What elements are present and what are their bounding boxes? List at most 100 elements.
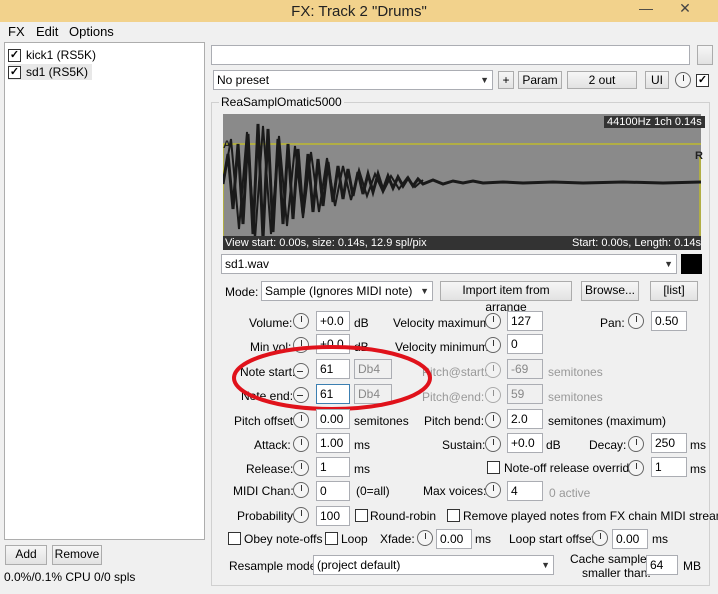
pitch-offset-field[interactable]: 0.00 xyxy=(316,409,350,429)
menu-fx[interactable]: FX xyxy=(8,24,25,39)
fx-enable-checkbox[interactable]: ✓ xyxy=(8,65,21,79)
import-item-button[interactable]: Import item from arrange xyxy=(440,281,572,314)
noteoff-override-label: Note-off release override: xyxy=(504,461,640,475)
param-button[interactable]: Param xyxy=(518,71,562,89)
sustain-label: Sustain: xyxy=(442,438,486,452)
noteoff-unit: ms xyxy=(690,462,706,476)
volume-field[interactable]: +0.0 xyxy=(316,311,350,331)
velocity-max-label: Velocity maximum: xyxy=(393,316,494,330)
noteoff-override-checkbox[interactable] xyxy=(487,461,500,474)
sustain-field[interactable]: +0.0 xyxy=(507,433,543,453)
velocity-max-knob[interactable] xyxy=(485,313,501,329)
pitch-bend-field[interactable]: 2.0 xyxy=(507,409,543,429)
loop-label: Loop xyxy=(341,532,368,546)
browse-button[interactable]: Browse... xyxy=(581,281,639,301)
loop-start-label: Loop start offset: xyxy=(509,532,599,546)
decay-field[interactable]: 250 xyxy=(651,433,687,453)
fx-name-field[interactable] xyxy=(211,45,690,65)
red-annotation-ellipse xyxy=(232,345,432,411)
velocity-min-knob[interactable] xyxy=(485,337,501,353)
marker-r[interactable]: R xyxy=(695,150,703,162)
attack-field[interactable]: 1.00 xyxy=(316,433,350,453)
decay-label: Decay: xyxy=(589,438,627,452)
probability-field[interactable]: 100 xyxy=(316,506,350,526)
noteoff-field[interactable]: 1 xyxy=(651,457,687,477)
pan-label: Pan: xyxy=(600,316,625,330)
pan-knob[interactable] xyxy=(628,313,644,329)
release-knob[interactable] xyxy=(293,460,309,476)
cpu-status: 0.0%/0.1% CPU 0/0 spls xyxy=(4,570,136,584)
mode-label: Mode: xyxy=(225,285,259,299)
attack-label: Attack: xyxy=(254,438,291,452)
max-voices-knob[interactable] xyxy=(485,482,501,498)
preset-add-button[interactable]: + xyxy=(498,71,514,89)
release-label: Release: xyxy=(246,462,294,476)
probability-knob[interactable] xyxy=(293,507,309,523)
attack-unit: ms xyxy=(354,438,370,452)
marker-a[interactable]: A xyxy=(223,139,231,151)
color-swatch[interactable] xyxy=(681,254,702,274)
pitch-bend-knob[interactable] xyxy=(485,412,501,428)
loop-start-field[interactable]: 0.00 xyxy=(612,529,648,549)
pitch-bend-unit: semitones (maximum) xyxy=(548,414,667,428)
pitch-start-field[interactable]: -69 xyxy=(507,359,543,379)
velocity-max-field[interactable]: 127 xyxy=(507,311,543,331)
mode-select[interactable]: Sample (Ignores MIDI note) ▼ xyxy=(261,281,433,301)
minimize-button[interactable]: — xyxy=(633,0,659,18)
noteoff-knob[interactable] xyxy=(628,460,644,476)
volume-unit: dB xyxy=(354,316,369,330)
remove-played-checkbox[interactable] xyxy=(447,509,460,522)
chevron-down-icon: ▼ xyxy=(664,259,673,269)
attack-knob[interactable] xyxy=(293,436,309,452)
menu-edit[interactable]: Edit xyxy=(36,24,58,39)
xfade-label: Xfade: xyxy=(380,532,415,546)
fx-item-sd1[interactable]: ✓ sd1 (RS5K) xyxy=(8,64,93,80)
scroll-up-button[interactable] xyxy=(697,45,713,65)
sustain-unit: dB xyxy=(546,438,561,452)
midi-chan-label: MIDI Chan: xyxy=(233,484,294,498)
close-button[interactable]: ✕ xyxy=(672,0,698,18)
midi-chan-knob[interactable] xyxy=(293,482,309,498)
sustain-knob[interactable] xyxy=(485,436,501,452)
xfade-field[interactable]: 0.00 xyxy=(436,529,472,549)
fx-enable-checkbox[interactable]: ✓ xyxy=(8,48,21,62)
pitch-end-knob[interactable] xyxy=(485,387,501,403)
chevron-down-icon: ▼ xyxy=(541,560,550,570)
cache-field[interactable]: 64 xyxy=(646,555,678,575)
resample-select[interactable]: (project default) ▼ xyxy=(313,555,554,575)
waveform-display[interactable] xyxy=(223,114,701,250)
xfade-knob[interactable] xyxy=(417,530,433,546)
max-voices-field[interactable]: 4 xyxy=(507,481,543,501)
midi-chan-field[interactable]: 0 xyxy=(316,481,350,501)
loop-checkbox[interactable] xyxy=(325,532,338,545)
add-button[interactable]: Add xyxy=(5,545,47,565)
release-field[interactable]: 1 xyxy=(316,457,350,477)
ui-button[interactable]: UI xyxy=(645,71,669,89)
pitch-end-unit: semitones xyxy=(548,390,603,404)
menu-options[interactable]: Options xyxy=(69,24,114,39)
output-button[interactable]: 2 out xyxy=(567,71,637,89)
volume-knob[interactable] xyxy=(293,313,309,329)
fx-item-kick1[interactable]: ✓ kick1 (RS5K) xyxy=(8,47,96,63)
pitch-end-field[interactable]: 59 xyxy=(507,384,543,404)
loop-start-unit: ms xyxy=(652,532,668,546)
release-unit: ms xyxy=(354,462,370,476)
velocity-min-field[interactable]: 0 xyxy=(507,334,543,354)
decay-knob[interactable] xyxy=(628,436,644,452)
list-button[interactable]: [list] xyxy=(650,281,698,301)
active-voices: 0 active xyxy=(549,486,591,500)
probability-label: Probability: xyxy=(237,509,297,523)
fx-chain-list[interactable] xyxy=(4,42,205,540)
bypass-checkbox[interactable]: ✓ xyxy=(696,74,709,87)
volume-label: Volume: xyxy=(249,316,293,330)
pitch-start-knob[interactable] xyxy=(485,362,501,378)
pan-field[interactable]: 0.50 xyxy=(651,311,687,331)
remove-button[interactable]: Remove xyxy=(52,545,102,565)
round-robin-checkbox[interactable] xyxy=(355,509,368,522)
obey-noteoffs-checkbox[interactable] xyxy=(228,532,241,545)
pitch-offset-knob[interactable] xyxy=(293,412,309,428)
sample-file-select[interactable]: sd1.wav ▼ xyxy=(221,254,677,274)
wet-knob[interactable] xyxy=(675,72,691,88)
loop-start-knob[interactable] xyxy=(592,530,608,546)
preset-select[interactable]: No preset ▼ xyxy=(213,70,493,90)
